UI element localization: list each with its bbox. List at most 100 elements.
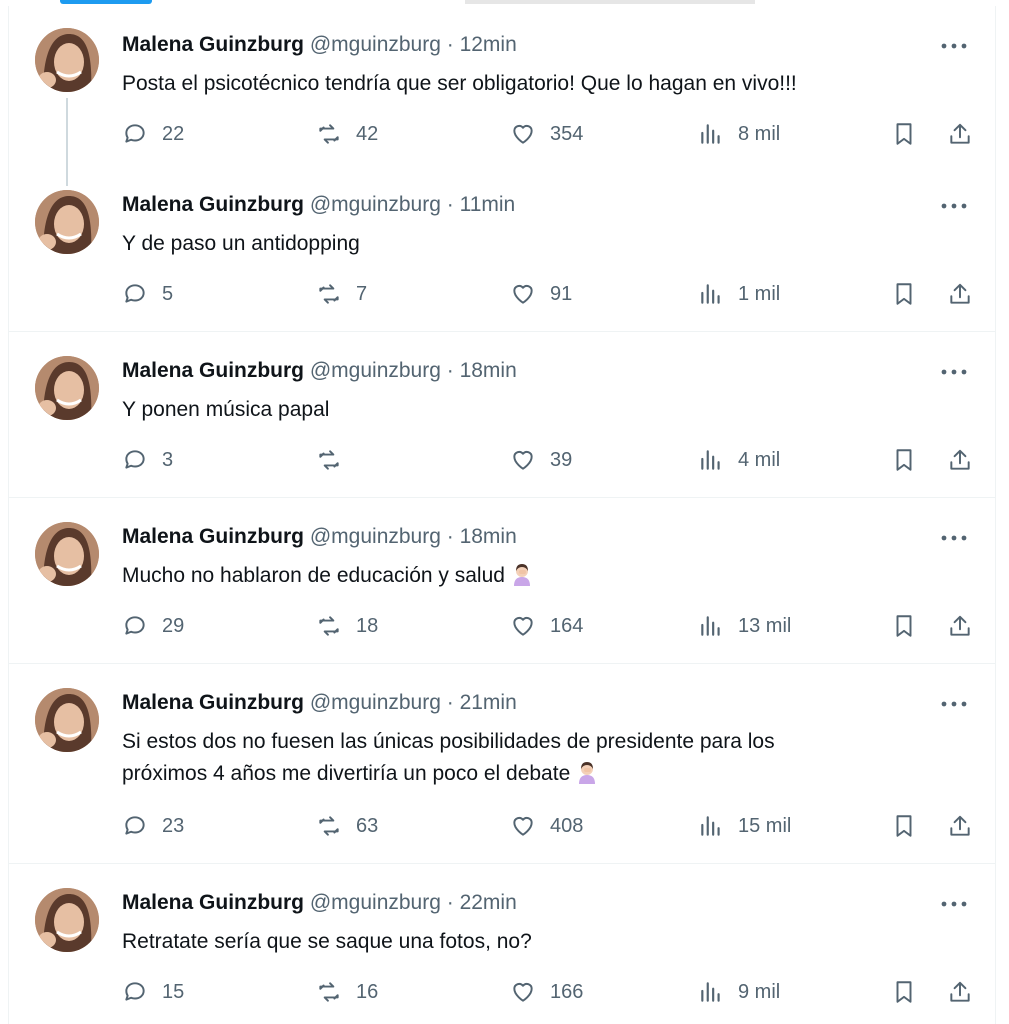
repost-button[interactable] [316,444,356,476]
like-button[interactable]: 39 [510,444,572,476]
bookmark-button[interactable] [891,118,917,150]
more-options-button[interactable] [937,892,971,916]
like-count: 164 [550,614,584,637]
timestamp[interactable]: 18min [460,525,517,548]
more-options-button[interactable] [937,34,971,58]
author-handle[interactable]: @mguinzburg [310,33,441,56]
timestamp[interactable]: 11min [460,193,516,216]
share-button[interactable] [947,278,973,310]
tweet-text: Y de paso un antidopping [122,232,360,255]
more-dots-icon [941,901,967,907]
more-options-button[interactable] [937,194,971,218]
views-button[interactable]: 1 mil [698,278,780,310]
bookmark-button[interactable] [891,976,917,1008]
heart-icon [513,816,533,836]
tweet[interactable]: Malena Guinzburg @mguinzburg · 21min Si … [9,664,995,864]
reply-button[interactable]: 22 [122,118,184,150]
bookmark-button[interactable] [891,610,917,642]
reply-button[interactable]: 23 [122,810,184,842]
share-button[interactable] [947,610,973,642]
bookmark-icon [896,981,912,1003]
bookmark-button[interactable] [891,444,917,476]
reply-button[interactable]: 5 [122,278,173,310]
reply-button[interactable]: 3 [122,444,173,476]
tweet[interactable]: Malena Guinzburg @mguinzburg · 22min Ret… [9,864,995,1024]
separator: · [440,33,460,56]
tweet-text: Mucho no hablaron de educación y salud [122,564,505,587]
author-handle[interactable]: @mguinzburg [310,193,441,216]
author-name[interactable]: Malena Guinzburg [122,691,304,714]
timestamp[interactable]: 22min [460,891,517,914]
repost-count: 7 [356,282,368,305]
share-button[interactable] [947,810,973,842]
reply-bubble-icon [125,616,145,635]
like-button[interactable]: 408 [510,810,583,842]
like-button[interactable]: 164 [510,610,583,642]
bookmark-icon [896,815,912,837]
tweet[interactable]: Malena Guinzburg @mguinzburg · 18min Muc… [9,498,995,664]
views-button[interactable]: 8 mil [698,118,780,150]
author-name[interactable]: Malena Guinzburg [122,525,304,548]
timestamp[interactable]: 12min [460,33,517,56]
repost-button[interactable]: 42 [316,118,378,150]
more-options-button[interactable] [937,360,971,384]
heart-icon [513,450,533,470]
like-button[interactable]: 166 [510,976,583,1008]
avatar[interactable] [35,190,99,254]
author-handle[interactable]: @mguinzburg [310,691,441,714]
tweet-text-line-2-wrap: próximos 4 años me divertiría un poco el… [122,758,972,790]
like-button[interactable]: 354 [510,118,583,150]
author-handle[interactable]: @mguinzburg [310,891,441,914]
more-dots-icon [941,203,967,209]
avatar[interactable] [35,28,99,92]
views-count: 1 mil [738,282,781,305]
author-name[interactable]: Malena Guinzburg [122,33,304,56]
views-button[interactable]: 4 mil [698,444,780,476]
views-button[interactable]: 15 mil [698,810,791,842]
reply-bubble-icon [125,816,145,835]
views-button[interactable]: 13 mil [698,610,791,642]
timestamp[interactable]: 21min [460,691,517,714]
separator: · [440,691,460,714]
like-count: 408 [550,814,584,837]
author-handle[interactable]: @mguinzburg [310,359,441,382]
bookmark-button[interactable] [891,278,917,310]
views-count: 15 mil [738,814,792,837]
tweet[interactable]: Malena Guinzburg @mguinzburg · 18min Y p… [9,332,995,498]
author-name[interactable]: Malena Guinzburg [122,891,304,914]
tweet-actions: 22 42 354 8 mil [122,118,982,150]
share-button[interactable] [947,118,973,150]
heart-icon [513,284,533,304]
timestamp[interactable]: 18min [460,359,517,382]
share-button[interactable] [947,444,973,476]
reply-bubble-icon [125,982,145,1001]
repost-count: 63 [356,814,379,837]
more-options-button[interactable] [937,526,971,550]
tweet[interactable]: Malena Guinzburg @mguinzburg · 12min Pos… [9,6,995,166]
views-bars-icon [701,982,720,1002]
repost-button[interactable]: 16 [316,976,378,1008]
bookmark-button[interactable] [891,810,917,842]
tweet[interactable]: Malena Guinzburg @mguinzburg · 11min Y d… [9,166,995,332]
author-name[interactable]: Malena Guinzburg [122,359,304,382]
like-button[interactable]: 91 [510,278,572,310]
bookmark-icon [896,123,912,145]
views-button[interactable]: 9 mil [698,976,780,1008]
repost-button[interactable]: 18 [316,610,378,642]
more-options-button[interactable] [937,692,971,716]
views-count: 8 mil [738,122,781,145]
share-button[interactable] [947,976,973,1008]
avatar[interactable] [35,688,99,752]
tweet-actions: 5 7 91 1 mil [122,278,982,310]
avatar[interactable] [35,522,99,586]
reply-button[interactable]: 29 [122,610,184,642]
reply-button[interactable]: 15 [122,976,184,1008]
author-handle[interactable]: @mguinzburg [310,525,441,548]
tweet-actions: 29 18 164 13 mil [122,610,982,642]
avatar[interactable] [35,356,99,420]
repost-button[interactable]: 63 [316,810,378,842]
repost-icon [319,124,339,144]
author-name[interactable]: Malena Guinzburg [122,193,304,216]
avatar[interactable] [35,888,99,952]
repost-button[interactable]: 7 [316,278,367,310]
